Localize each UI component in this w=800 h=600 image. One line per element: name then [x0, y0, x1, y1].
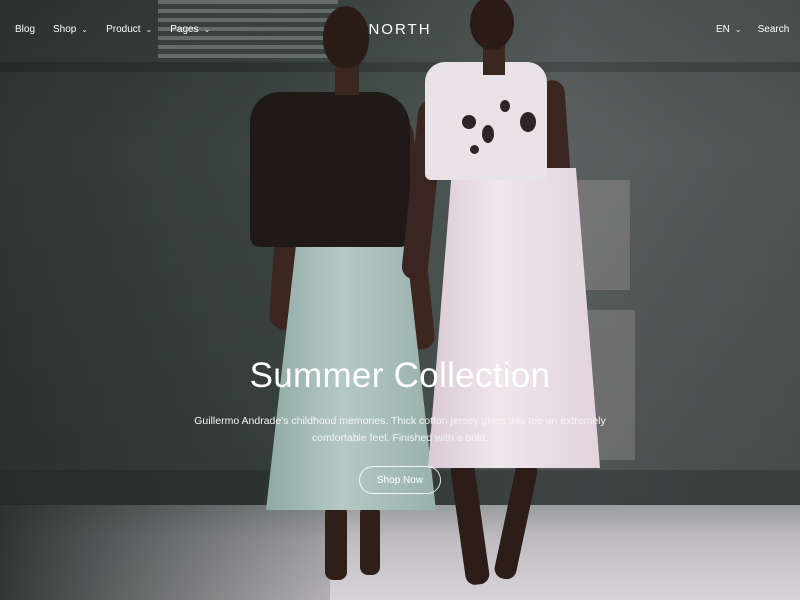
brand-logo[interactable]: NORTH: [0, 21, 800, 38]
shop-now-button[interactable]: Shop Now: [359, 466, 441, 494]
floor-shadow: [0, 505, 330, 600]
hero-background-image: [0, 0, 800, 600]
print-spot: [470, 145, 479, 154]
print-spot: [482, 125, 494, 143]
model-leg: [360, 505, 380, 575]
wall-ledge: [0, 62, 800, 72]
site-header: Blog Shop ⌄ Product ⌄ Pages ⌄ NORTH EN ⌄…: [0, 0, 800, 60]
utility-nav: EN ⌄ Search Ca: [716, 24, 800, 35]
language-selector[interactable]: EN ⌄: [716, 24, 742, 35]
language-label: EN: [716, 24, 730, 35]
print-spot: [462, 115, 476, 129]
search-link[interactable]: Search: [758, 24, 790, 35]
print-spot: [500, 100, 510, 112]
hero-title: Summer Collection: [249, 356, 551, 395]
model-leg: [325, 505, 347, 580]
print-spot: [520, 112, 536, 132]
chevron-down-icon: ⌄: [734, 25, 742, 34]
hero-description: Guillermo Andrade's childhood memories. …: [194, 415, 606, 444]
model-top: [250, 92, 410, 247]
